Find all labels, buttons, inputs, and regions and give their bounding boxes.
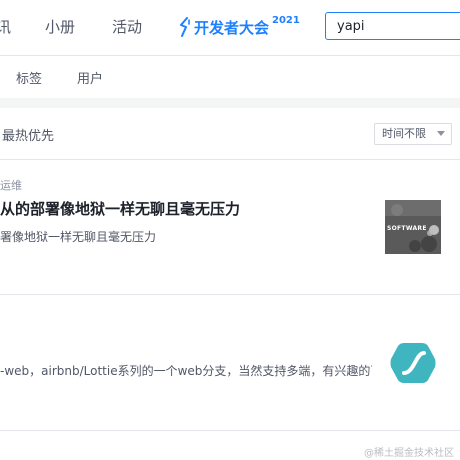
list-item[interactable]: -web，airbnb/Lottie系列的一个web分支，当然支持多端，有兴趣的… — [0, 295, 460, 431]
list-filter-bar: 最热优先 时间不限 — [0, 108, 460, 160]
conference-logo-icon — [180, 17, 190, 37]
thumbnail-caption: SOFTWARE — [387, 225, 427, 232]
subnav-tab-tags[interactable]: 标签 — [16, 68, 42, 87]
list-item[interactable]: 运维 从的部署像地狱一样无聊且毫无压力 署像地狱一样无聊且毫无压力 SOFTWA… — [0, 160, 460, 295]
developer-conference-banner[interactable]: 开发者大会 2021 — [178, 14, 300, 40]
article-abstract[interactable]: 署像地狱一样无聊且毫无压力 — [0, 228, 156, 245]
sub-navbar: 标签 用户 — [0, 56, 460, 98]
top-navbar: 讯 小册 活动 开发者大会 2021 — [0, 0, 460, 56]
article-thumbnail[interactable]: SOFTWARE — [385, 200, 441, 254]
nav-item-events[interactable]: 活动 — [112, 17, 142, 37]
article-abstract[interactable]: -web，airbnb/Lottie系列的一个web分支，当然支持多端，有兴趣的… — [0, 362, 372, 379]
sort-hottest[interactable]: 最热优先 — [2, 125, 54, 144]
article-list: 最热优先 时间不限 运维 从的部署像地狱一样无聊且毫无压力 署像地狱一样无聊且毫… — [0, 108, 460, 460]
watermark: @稀土掘金技术社区 — [364, 448, 454, 459]
lottie-logo-icon[interactable] — [390, 341, 436, 385]
time-range-select[interactable]: 时间不限 — [374, 123, 452, 145]
search-input[interactable] — [325, 12, 460, 40]
chevron-down-icon — [437, 131, 445, 136]
conference-title: 开发者大会 — [194, 18, 270, 37]
time-range-value: 时间不限 — [382, 127, 426, 140]
nav-item-booklets[interactable]: 小册 — [45, 17, 75, 37]
nav-item-news[interactable]: 讯 — [0, 17, 11, 37]
conference-year: 2021 — [272, 14, 300, 26]
article-tag[interactable]: 运维 — [0, 177, 22, 193]
subnav-tab-users[interactable]: 用户 — [77, 68, 103, 87]
article-title[interactable]: 从的部署像地狱一样无聊且毫无压力 — [0, 198, 370, 219]
